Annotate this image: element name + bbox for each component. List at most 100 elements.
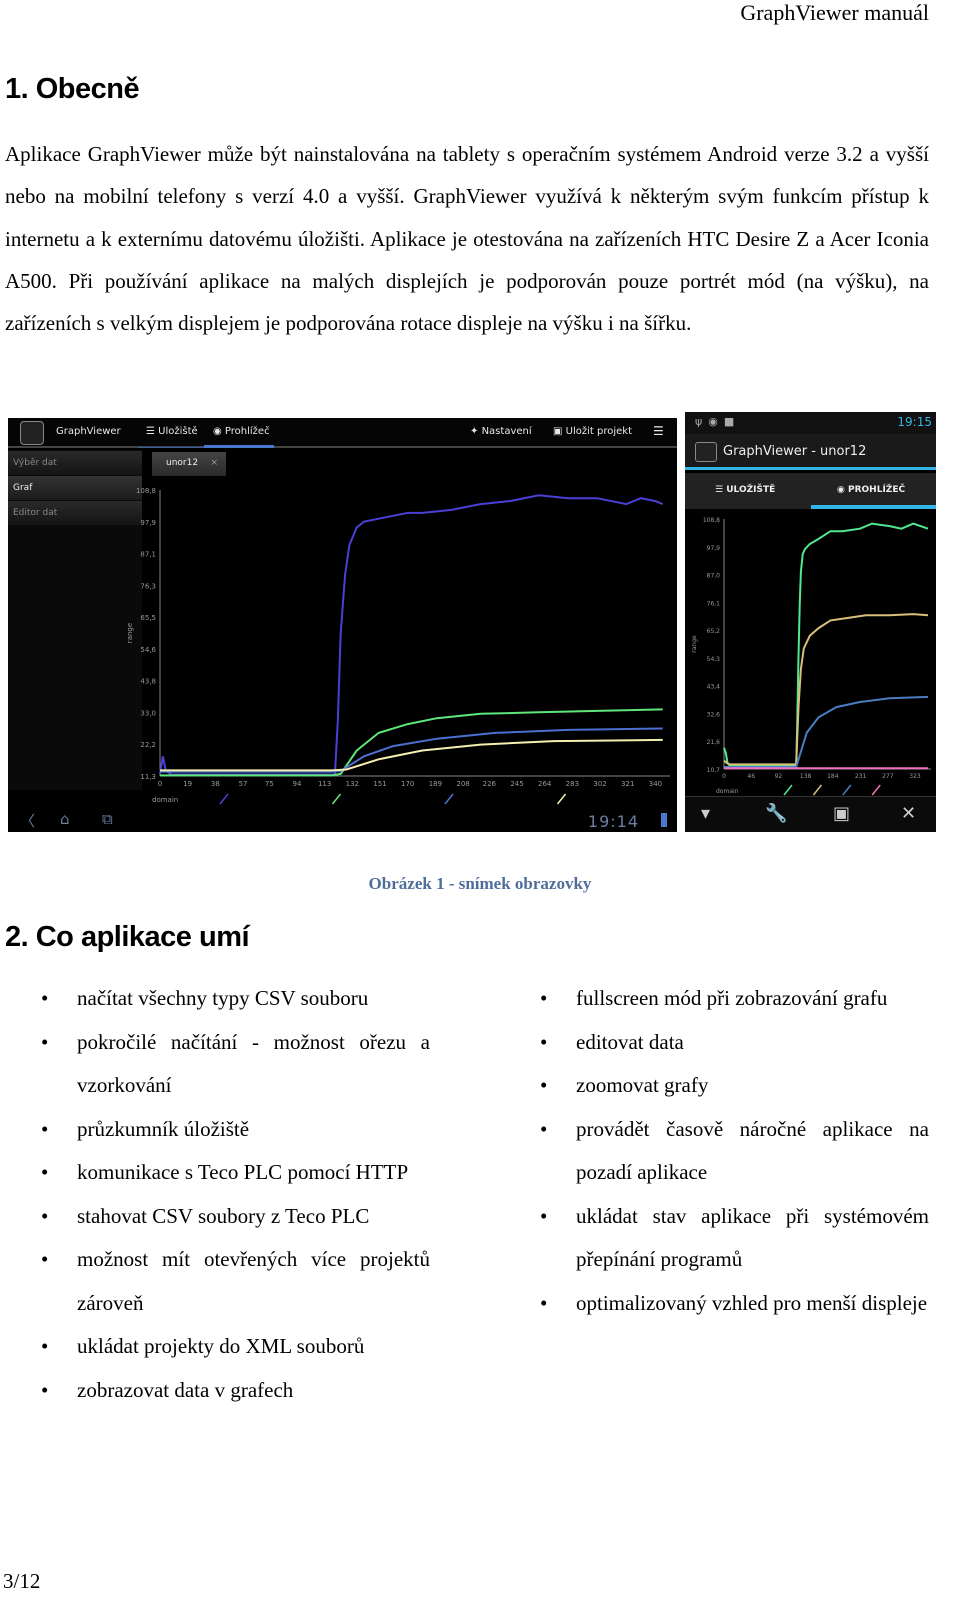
- x-tick-label: 75: [265, 780, 274, 788]
- feature-list-item: ukládat stav aplikace při systémovém pře…: [504, 1195, 929, 1282]
- phone-tabs: ☰ ULOŽIŠTĚ ◉ PROHLÍŽEČ: [685, 473, 936, 509]
- feature-list-right: fullscreen mód při zobrazování grafuedit…: [504, 977, 929, 1325]
- series-line: [160, 738, 663, 772]
- feature-list-item: zoomovat grafy: [504, 1064, 929, 1108]
- x-tick-label: 277: [882, 773, 894, 780]
- feature-list-item: pokročilé načítání - možnost ořezu a vzo…: [5, 1021, 430, 1108]
- document-tab[interactable]: unor12 ×: [152, 452, 226, 476]
- x-axis-label: domain: [152, 796, 178, 804]
- x-tick-label: 138: [800, 773, 812, 780]
- intro-paragraph: Aplikace GraphViewer může být nainstalov…: [5, 142, 929, 336]
- eye-icon: ◉: [837, 485, 845, 495]
- y-tick-label: 33,0: [140, 709, 156, 717]
- y-tick-label: 76,1: [707, 600, 721, 607]
- app-logo-icon: [695, 442, 717, 462]
- app-logo-icon: [20, 421, 44, 445]
- series-line: [160, 727, 663, 773]
- settings-button[interactable]: ✦ Nastavení: [470, 426, 532, 437]
- legend-swatch: [219, 793, 229, 805]
- y-tick-label: 76,3: [140, 582, 156, 590]
- x-tick-label: 113: [318, 780, 331, 788]
- y-tick-label: 22,2: [140, 741, 156, 749]
- tablet-clock: 19:14: [587, 812, 639, 831]
- x-tick-label: 184: [827, 773, 839, 780]
- storage-icon: ☰: [715, 485, 724, 495]
- feature-list-item: optimalizovaný vzhled pro menší displeje: [504, 1282, 929, 1326]
- y-tick-label: 97,9: [140, 519, 156, 527]
- x-tick-label: 0: [158, 780, 162, 788]
- feature-list-left: načítat všechny typy CSV souborupokročil…: [5, 977, 430, 1412]
- x-tick-label: 94: [293, 780, 302, 788]
- x-tick-label: 38: [211, 780, 220, 788]
- y-tick-label: 87,0: [707, 573, 721, 580]
- x-tick-label: 264: [538, 780, 552, 788]
- eye-icon: ◉: [213, 426, 222, 437]
- x-tick-label: 0: [722, 773, 726, 780]
- tab-storage[interactable]: ☰ ULOŽIŠTĚ: [715, 485, 775, 495]
- y-axis-label: range: [126, 623, 134, 643]
- x-tick-label: 302: [593, 780, 606, 788]
- feature-list-item: fullscreen mód při zobrazování grafu: [504, 977, 929, 1021]
- series-line: [723, 522, 929, 767]
- x-tick-label: 189: [429, 780, 442, 788]
- y-tick-label: 108,8: [136, 487, 156, 495]
- legend-swatch: [783, 784, 793, 796]
- y-tick-label: 65,2: [707, 628, 721, 635]
- legend-swatch: [556, 793, 567, 805]
- app-name: GraphViewer: [56, 426, 121, 437]
- tab-viewer[interactable]: ◉ Prohlížeč: [213, 426, 270, 437]
- close-icon[interactable]: ✕: [901, 803, 916, 824]
- phone-chart: 10,7 21,6 32,6 43,4 54,3 65,2 76,1 87,0 97,9 108,…: [691, 517, 931, 796]
- x-tick-label: 323: [909, 773, 921, 780]
- status-bar: ψ◉■ 19:15: [685, 412, 936, 434]
- phone-bottom-bar: ▾ 🔧 ▣ ✕: [685, 796, 936, 832]
- phone-screenshot: ψ◉■ 19:15 GraphViewer - unor12 ☰ ULOŽIŠT…: [685, 412, 936, 832]
- dropdown-icon[interactable]: ▾: [701, 803, 710, 824]
- sidebar-item-data-selection[interactable]: Výběr dat: [8, 451, 142, 475]
- x-tick-label: 46: [747, 773, 755, 780]
- notification-icons: ψ◉■: [695, 415, 741, 428]
- status-time: 19:15: [897, 415, 932, 429]
- tab-storage[interactable]: ☰ Uložiště: [146, 426, 198, 437]
- overflow-menu-icon[interactable]: ☰: [653, 424, 664, 438]
- x-tick-label: 19: [183, 780, 192, 788]
- x-axis-label: domain: [716, 788, 739, 795]
- x-tick-label: 321: [621, 780, 634, 788]
- figure-caption: Obrázek 1 - snímek obrazovky: [368, 874, 592, 893]
- legend-swatch: [444, 793, 454, 805]
- home-icon[interactable]: ⌂: [60, 810, 70, 828]
- wrench-icon[interactable]: 🔧: [765, 803, 787, 824]
- active-tab-indicator: [204, 445, 274, 448]
- x-tick-label: 92: [775, 773, 783, 780]
- battery-icon: [661, 813, 667, 827]
- y-tick-label: 87,1: [140, 551, 156, 559]
- y-tick-label: 97,9: [707, 545, 721, 552]
- tablet-screenshot: GraphViewer ☰ Uložiště ◉ Prohlížeč ✦ Nas…: [8, 418, 677, 832]
- x-tick-label: 132: [346, 780, 359, 788]
- feature-list-item: průzkumník úložiště: [5, 1108, 430, 1152]
- x-tick-label: 231: [855, 773, 867, 780]
- phone-action-bar: GraphViewer - unor12: [685, 434, 936, 470]
- y-tick-label: 32,6: [707, 711, 721, 718]
- close-tab-icon[interactable]: ×: [210, 458, 218, 468]
- save-project-button[interactable]: ▣ Uložit projekt: [553, 426, 632, 437]
- y-tick-label: 43,8: [140, 678, 156, 686]
- y-tick-label: 108,8: [703, 517, 720, 524]
- save-icon: ▣: [553, 426, 563, 437]
- wrench-icon: ✦: [470, 426, 479, 437]
- back-icon[interactable]: 〈: [20, 810, 35, 831]
- y-tick-label: 21,6: [707, 739, 721, 746]
- tablet-chart: 11,3 22,2 33,0 43,8 54,6 65,5 76,3 87,1 97,9 108,…: [126, 487, 670, 805]
- feature-list-item: editovat data: [504, 1021, 929, 1065]
- x-tick-label: 57: [239, 780, 248, 788]
- save-icon[interactable]: ▣: [833, 803, 850, 824]
- y-axis-label: range: [691, 635, 698, 653]
- feature-list-item: zobrazovat data v grafech: [5, 1369, 430, 1413]
- feature-list-item: načítat všechny typy CSV souboru: [5, 977, 430, 1021]
- recent-apps-icon[interactable]: ⧉: [102, 810, 113, 828]
- tab-viewer[interactable]: ◉ PROHLÍŽEČ: [837, 485, 905, 495]
- x-tick-label: 283: [566, 780, 579, 788]
- feature-list-item: stahovat CSV soubory z Teco PLC: [5, 1195, 430, 1239]
- series-line: [159, 494, 664, 776]
- feature-list-item: provádět časově náročné aplikace na poza…: [504, 1108, 929, 1195]
